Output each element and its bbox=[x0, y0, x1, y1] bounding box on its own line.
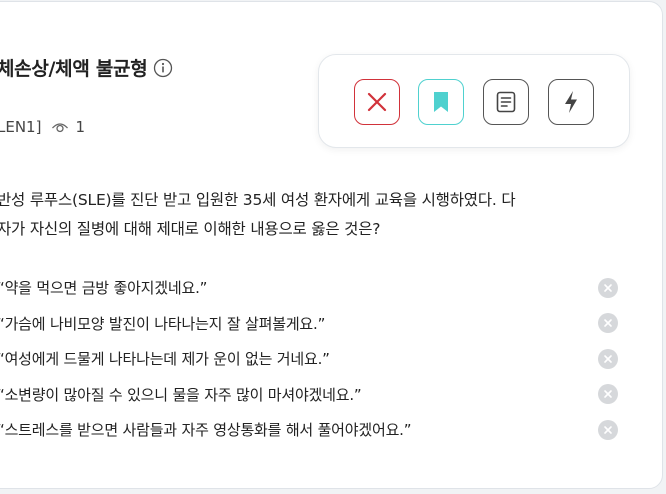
close-icon bbox=[604, 390, 612, 399]
bookmark-icon bbox=[434, 92, 448, 112]
answer-option-text: “약을 먹으면 금방 좋아지겠네요.” bbox=[0, 279, 208, 298]
close-icon bbox=[367, 92, 387, 112]
eliminate-option-button[interactable] bbox=[598, 384, 618, 405]
close-icon bbox=[604, 319, 612, 328]
answer-option-text: “가슴에 나비모양 발진이 나타나는지 잘 살펴볼게요.” bbox=[0, 314, 326, 333]
answer-option-1[interactable]: “약을 먹으면 금방 좋아지겠네요.” bbox=[0, 270, 623, 306]
eliminate-option-button[interactable] bbox=[598, 313, 618, 334]
question-line-1: 반성 루푸스(SLE)를 진단 받고 입원한 35세 여성 환자에게 교육을 시… bbox=[0, 191, 516, 209]
bookmark-button[interactable] bbox=[418, 79, 464, 125]
question-meta: LEN1] 1 bbox=[0, 118, 85, 136]
answer-option-4[interactable]: “소변량이 많아질 수 있으니 물을 자주 많이 마셔야겠네요.” bbox=[0, 377, 623, 413]
lightning-icon bbox=[565, 91, 577, 113]
answer-option-text: “스트레스를 받으면 사람들과 자주 영상통화를 해서 풀어야겠어요.” bbox=[0, 421, 412, 440]
eye-icon bbox=[51, 120, 69, 134]
eliminate-option-button[interactable] bbox=[598, 419, 618, 440]
close-button[interactable] bbox=[354, 79, 400, 125]
answer-option-text: “소변량이 많아질 수 있으니 물을 자주 많이 마셔야겠네요.” bbox=[0, 385, 362, 404]
answer-option-5[interactable]: “스트레스를 받으면 사람들과 자주 영상통화를 해서 풀어야겠어요.” bbox=[0, 412, 623, 448]
note-button[interactable] bbox=[483, 79, 529, 125]
answer-options: “약을 먹으면 금방 좋아지겠네요.” “가슴에 나비모양 발진이 나타나는지 … bbox=[0, 270, 623, 448]
question-text: 반성 루푸스(SLE)를 진단 받고 입원한 35세 여성 환자에게 교육을 시… bbox=[0, 186, 637, 244]
question-title: 체손상/체액 불균형 bbox=[0, 58, 148, 80]
close-icon bbox=[604, 425, 612, 434]
view-count: 1 bbox=[75, 118, 85, 136]
eliminate-option-button[interactable] bbox=[598, 277, 618, 298]
question-line-2: 자가 자신의 질병에 대해 제대로 이해한 내용으로 옳은 것은? bbox=[0, 220, 381, 238]
info-icon[interactable] bbox=[153, 58, 173, 78]
eliminate-option-button[interactable] bbox=[598, 348, 618, 369]
question-code: LEN1] bbox=[0, 118, 42, 136]
action-toolbar bbox=[318, 54, 630, 148]
note-icon bbox=[496, 91, 516, 113]
quick-answer-button[interactable] bbox=[548, 79, 594, 125]
question-title-row: 체손상/체액 불균형 bbox=[0, 54, 173, 81]
close-icon bbox=[604, 283, 612, 292]
close-icon bbox=[604, 354, 612, 363]
answer-option-3[interactable]: “여성에게 드물게 나타나는데 제가 운이 없는 거네요.” bbox=[0, 341, 623, 377]
answer-option-2[interactable]: “가슴에 나비모양 발진이 나타나는지 잘 살펴볼게요.” bbox=[0, 306, 623, 342]
answer-option-text: “여성에게 드물게 나타나는데 제가 운이 없는 거네요.” bbox=[0, 350, 330, 369]
